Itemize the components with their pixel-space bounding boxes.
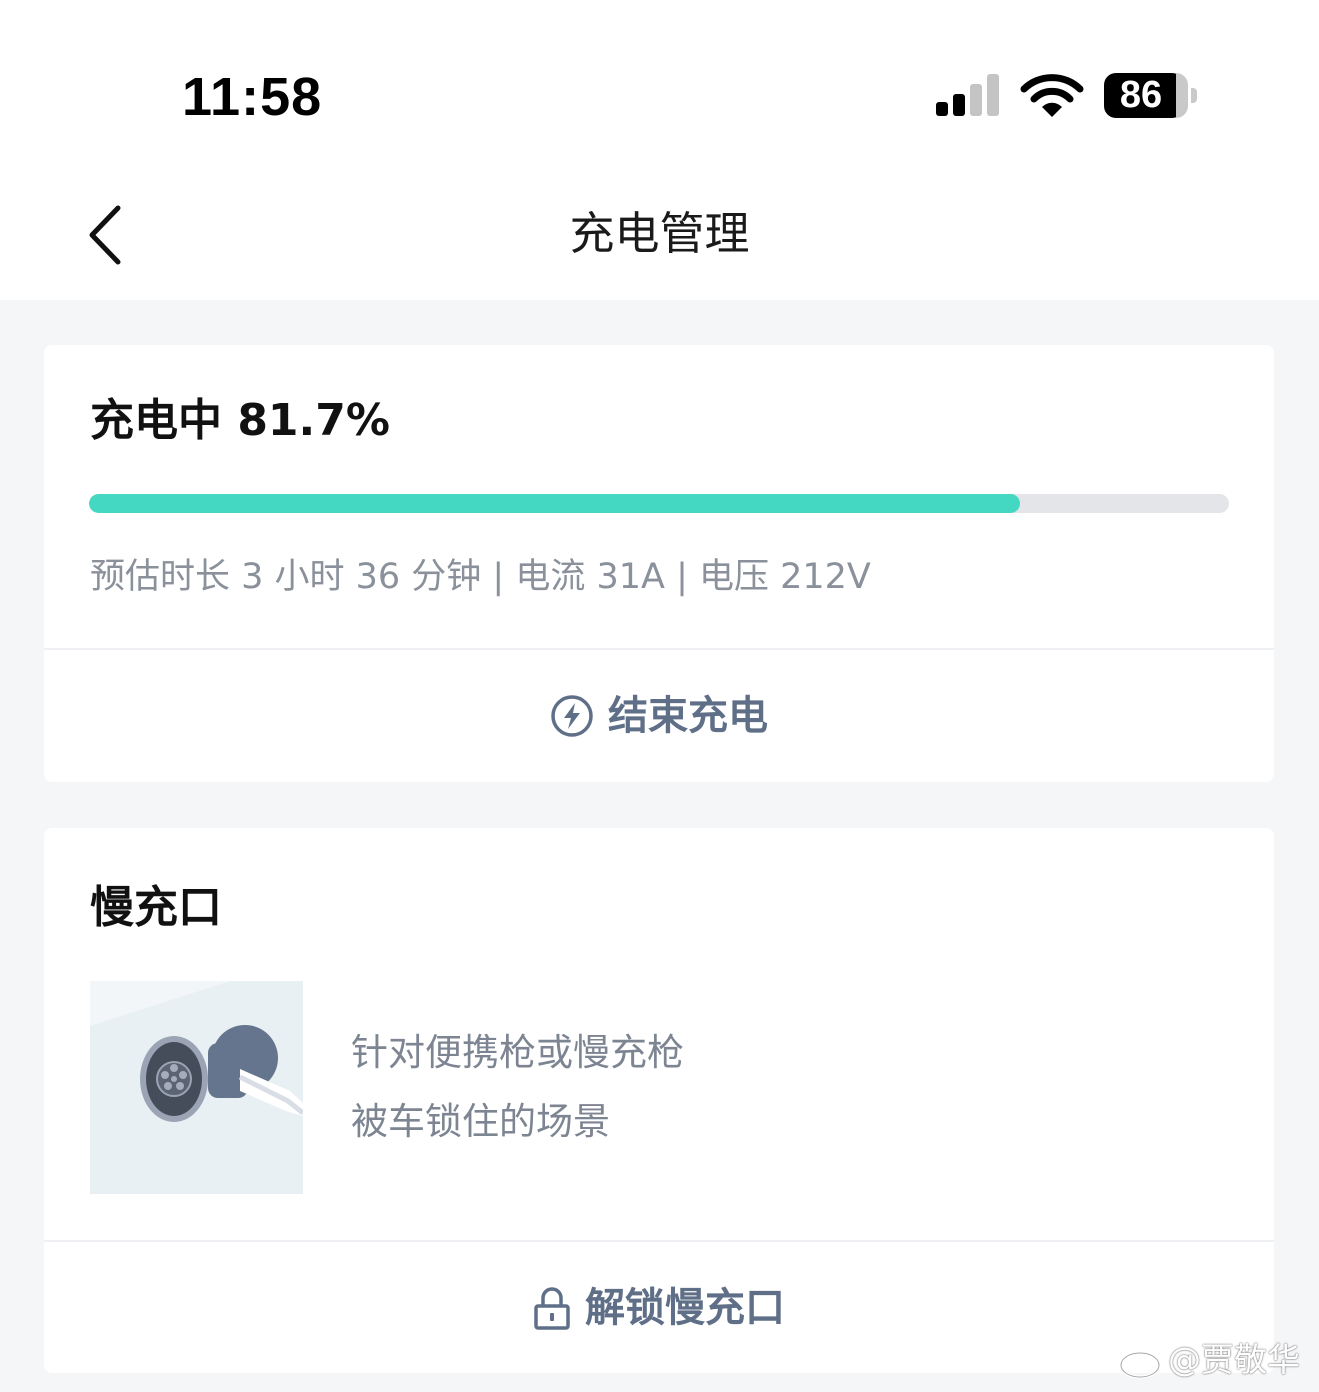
- status-bar: 11:58 86: [0, 0, 1319, 170]
- slow-port-card: 慢充口 针对便携枪或慢充枪 被车锁住的场景 解锁慢充口: [44, 828, 1274, 1373]
- cellular-signal-icon: [936, 74, 1002, 116]
- signal-bar: [970, 84, 982, 116]
- charge-progress-bar: [89, 494, 1229, 513]
- lightning-circle-icon: [551, 695, 593, 737]
- unlock-slow-port-button[interactable]: 解锁慢充口: [44, 1242, 1274, 1373]
- battery-tip: [1191, 88, 1197, 103]
- end-charging-button[interactable]: 结束充电: [44, 650, 1274, 782]
- charge-port-image: [90, 981, 303, 1194]
- watermark-text: @贾敬华: [1168, 1340, 1300, 1379]
- signal-bar: [936, 102, 948, 116]
- battery-icon: 86: [1104, 73, 1184, 118]
- wifi-icon: [1020, 74, 1084, 117]
- lock-icon: [534, 1286, 570, 1330]
- section-title: 慢充口: [90, 882, 222, 933]
- unlock-slow-port-label: 解锁慢充口: [585, 1284, 785, 1331]
- charging-status: 充电中 81.7%: [90, 395, 390, 446]
- signal-bar: [953, 94, 965, 116]
- description-line-1: 针对便携枪或慢充枪: [351, 1031, 684, 1074]
- description-line-2: 被车锁住的场景: [351, 1100, 610, 1143]
- signal-bar: [987, 74, 999, 116]
- weibo-icon: [1119, 1340, 1168, 1379]
- battery-empty-portion: [1176, 73, 1188, 118]
- charge-port-illustration: [90, 981, 303, 1194]
- status-time: 11:58: [182, 67, 323, 127]
- charging-card: 充电中 81.7% 预估时长 3 小时 36 分钟 | 电流 31A | 电压 …: [44, 345, 1274, 782]
- watermark: @贾敬华: [1118, 1338, 1300, 1382]
- nav-bar: 充电管理: [0, 170, 1319, 300]
- charging-info: 预估时长 3 小时 36 分钟 | 电流 31A | 电压 212V: [90, 557, 871, 597]
- page-title: 充电管理: [569, 207, 750, 260]
- end-charging-label: 结束充电: [608, 693, 768, 739]
- charge-progress-fill: [89, 494, 1021, 513]
